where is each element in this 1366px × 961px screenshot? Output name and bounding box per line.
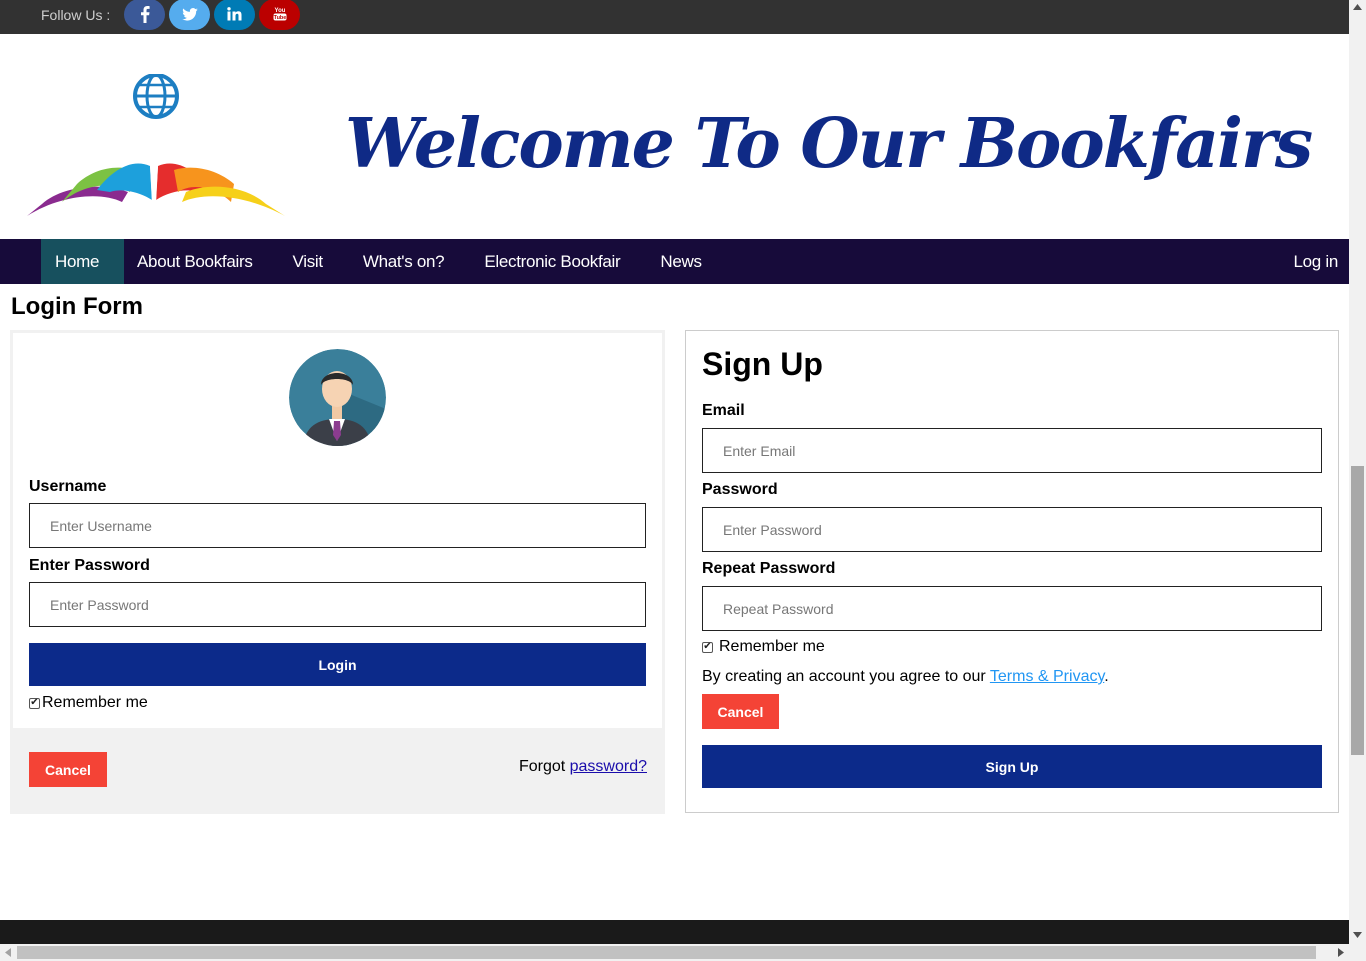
terms-privacy-link[interactable]: Terms & Privacy [990,668,1104,685]
forgot-password-link[interactable]: password? [570,758,647,775]
forgot-prefix: Forgot [518,758,570,775]
terms-text: By creating an account you agree to our … [702,668,1109,686]
nav-item-news[interactable]: News [640,239,721,284]
terms-prefix: By creating an account you agree to our [702,668,990,685]
username-label: Username [29,478,107,495]
checkbox-checked-icon[interactable]: ✔ [702,641,713,653]
vertical-scroll-thumb[interactable] [1351,466,1364,755]
top-bar: Follow Us : You Tube [0,0,1349,34]
password-label: Enter Password [29,557,150,574]
linkedin-icon[interactable] [214,0,256,30]
signup-remember-checkbox[interactable]: ✔ Remember me [702,638,825,656]
signup-password-input[interactable]: Enter Password [702,507,1322,552]
book-globe-logo[interactable] [22,73,290,239]
login-button[interactable]: Login [29,643,646,686]
page: Follow Us : You Tube Welcome To Our Book… [0,0,1349,944]
nav-item-log-in[interactable]: Log in [1293,239,1338,284]
scroll-down-arrow-icon[interactable] [1353,932,1362,938]
email-input[interactable]: Enter Email [702,428,1322,473]
signup-button[interactable]: Sign Up [702,745,1322,788]
site-header: Welcome To Our Bookfairs [0,34,1349,239]
email-label: Email [702,402,745,419]
svg-text:You: You [274,8,285,14]
horizontal-scroll-thumb[interactable] [17,946,1316,959]
scroll-left-arrow-icon[interactable] [5,948,11,957]
nav-item-electronic-bookfair[interactable]: Electronic Bookfair [464,239,640,284]
nav-item-home[interactable]: Home [41,239,124,284]
follow-us-label: Follow Us : [41,7,111,23]
signup-cancel-button[interactable]: Cancel [702,694,779,729]
nav-item-visit[interactable]: Visit [273,239,343,284]
signup-password-label: Password [702,481,778,498]
nav-item-whats-on[interactable]: What's on? [343,239,465,284]
remember-me-label: Remember me [42,694,148,711]
signup-panel: Sign Up Email Enter Email Password Enter… [685,330,1339,813]
youtube-icon[interactable]: You Tube [259,0,301,30]
login-form-title: Login Form [11,293,143,320]
twitter-icon[interactable] [169,0,211,30]
repeat-password-label: Repeat Password [702,560,836,577]
login-cancel-button[interactable]: Cancel [29,752,107,787]
checkbox-checked-icon[interactable]: ✔ [29,697,40,709]
password-input[interactable]: Enter Password [29,582,646,627]
nav-item-about-bookfairs[interactable]: About Bookfairs [124,239,273,284]
forgot-password: Forgot password? [519,758,647,776]
main-nav: Home About Bookfairs Visit What's on? El… [0,239,1349,284]
welcome-heading: Welcome To Our Bookfairs [345,104,1313,184]
repeat-password-input[interactable]: Repeat Password [702,586,1322,631]
footer [0,920,1349,944]
signup-title: Sign Up [702,346,823,382]
remember-me-label: Remember me [719,638,825,655]
login-remember-checkbox[interactable]: ✔ Remember me [29,694,148,712]
avatar-icon [289,349,386,446]
login-footer: Cancel Forgot password? [10,728,665,814]
svg-text:Tube: Tube [273,15,286,21]
vertical-scrollbar[interactable] [1349,0,1366,944]
scroll-right-arrow-icon[interactable] [1338,948,1344,957]
scroll-up-arrow-icon[interactable] [1353,4,1362,10]
horizontal-scrollbar[interactable] [0,944,1366,961]
username-input[interactable]: Enter Username [29,503,646,548]
facebook-icon[interactable] [124,0,166,30]
login-form-panel: Username Enter Username Enter Password E… [10,330,665,814]
terms-suffix: . [1104,668,1109,685]
